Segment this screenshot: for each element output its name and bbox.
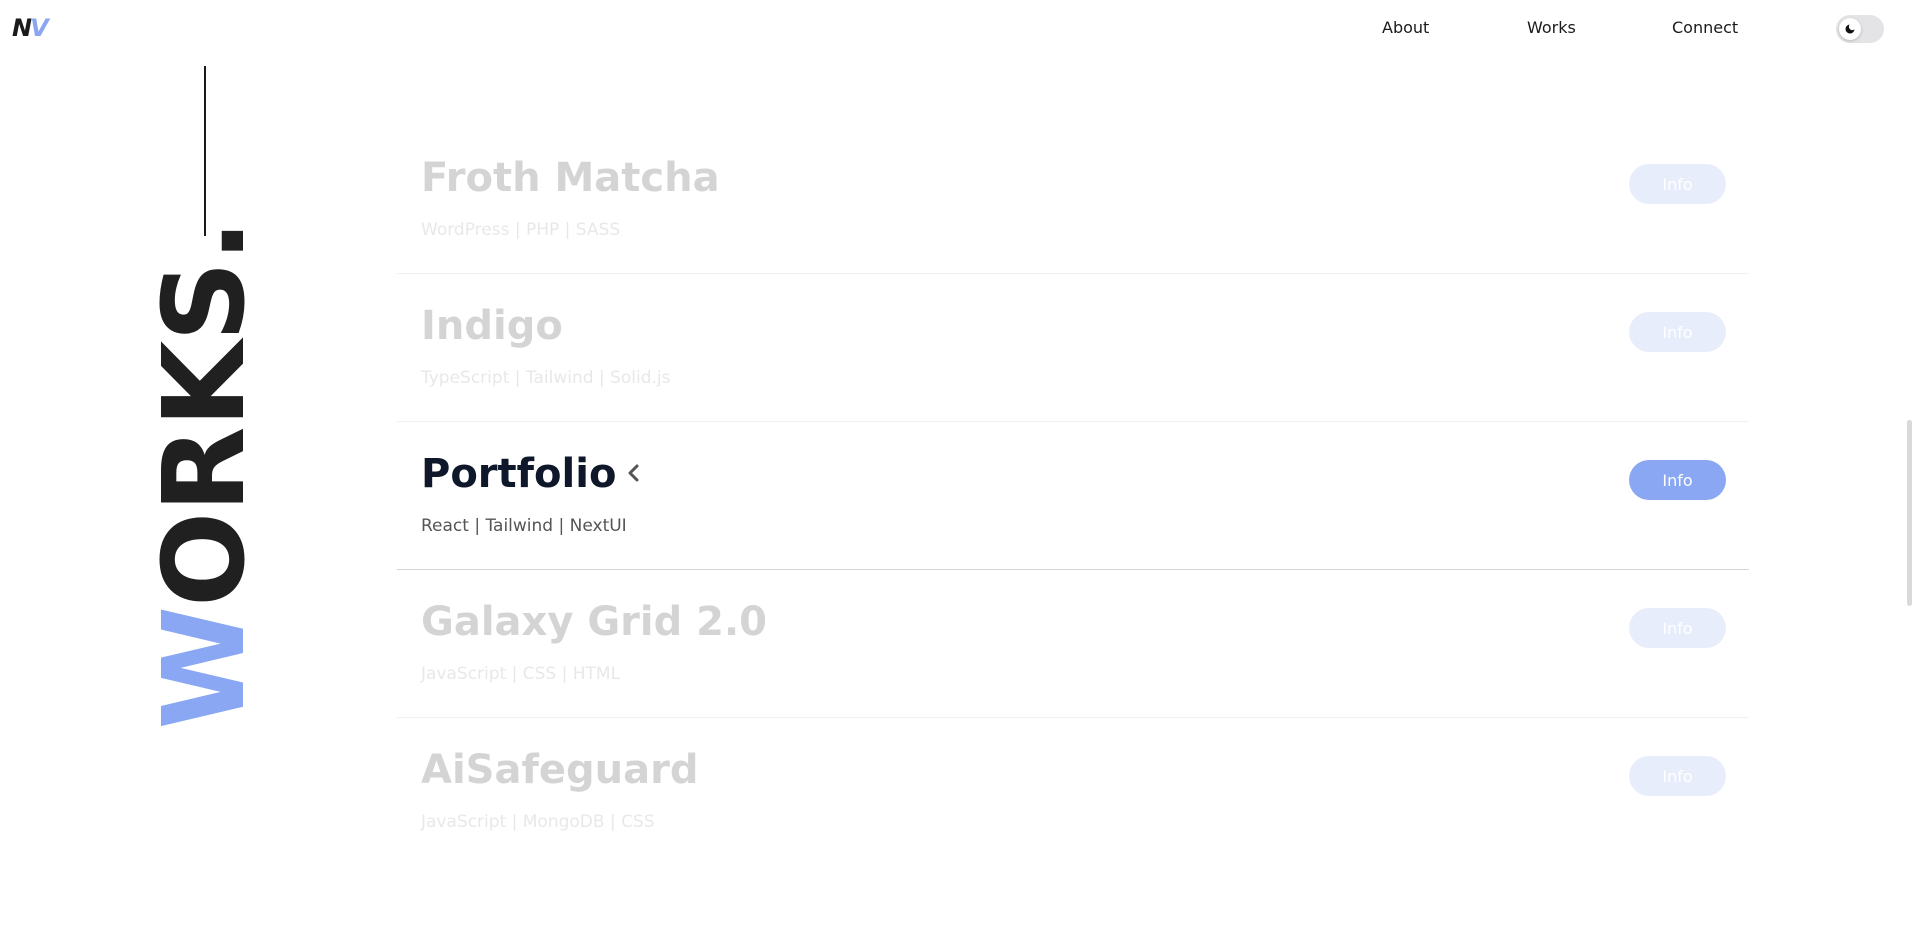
project-tech-stack: React | Tailwind | NextUI bbox=[421, 516, 627, 536]
project-row[interactable]: Galaxy Grid 2.0 JavaScript | CSS | HTML … bbox=[397, 570, 1749, 718]
project-list: Froth Matcha WordPress | PHP | SASS Info… bbox=[397, 126, 1749, 866]
project-tech-stack: JavaScript | CSS | HTML bbox=[421, 664, 621, 684]
heading-accent-letter: W bbox=[140, 606, 270, 730]
theme-toggle-knob bbox=[1839, 18, 1861, 40]
project-tech-stack: JavaScript | MongoDB | CSS bbox=[421, 812, 655, 832]
project-row[interactable]: Indigo TypeScript | Tailwind | Solid.js … bbox=[397, 274, 1749, 422]
nav-about-link[interactable]: About bbox=[1382, 18, 1429, 38]
site-header: NV About Works Connect bbox=[0, 0, 1912, 58]
project-row[interactable]: AiSafeguard JavaScript | MongoDB | CSS I… bbox=[397, 718, 1749, 866]
project-tech-stack: TypeScript | Tailwind | Solid.js bbox=[421, 368, 671, 388]
chevron-left-icon bbox=[628, 464, 639, 482]
nav-connect-link[interactable]: Connect bbox=[1672, 18, 1738, 38]
info-button[interactable]: Info bbox=[1629, 608, 1726, 648]
section-heading: WORKS. bbox=[140, 221, 270, 730]
theme-toggle[interactable] bbox=[1836, 15, 1884, 43]
project-row-active[interactable]: Portfolio React | Tailwind | NextUI Info bbox=[397, 422, 1749, 570]
info-button[interactable]: Info bbox=[1629, 312, 1726, 352]
decorative-vertical-line bbox=[204, 66, 206, 236]
scrollbar-thumb[interactable] bbox=[1907, 420, 1912, 606]
info-button[interactable]: Info bbox=[1629, 164, 1726, 204]
logo-letter-n: N bbox=[12, 14, 32, 42]
project-title[interactable]: AiSafeguard bbox=[421, 746, 698, 794]
info-button[interactable]: Info bbox=[1629, 756, 1726, 796]
project-title[interactable]: Indigo bbox=[421, 302, 563, 350]
project-row[interactable]: Froth Matcha WordPress | PHP | SASS Info bbox=[397, 126, 1749, 274]
project-title[interactable]: Galaxy Grid 2.0 bbox=[421, 598, 767, 646]
nav-works-link[interactable]: Works bbox=[1527, 18, 1576, 38]
logo[interactable]: NV bbox=[12, 14, 49, 42]
project-title: Portfolio bbox=[421, 451, 617, 497]
project-title-wrapper[interactable]: Portfolio bbox=[421, 450, 642, 498]
moon-icon bbox=[1845, 24, 1855, 34]
info-button[interactable]: Info bbox=[1629, 460, 1726, 500]
heading-rest: ORKS. bbox=[140, 220, 270, 607]
project-tech-stack: WordPress | PHP | SASS bbox=[421, 220, 621, 240]
project-title[interactable]: Froth Matcha bbox=[421, 154, 720, 202]
logo-letter-v: V bbox=[30, 14, 49, 42]
